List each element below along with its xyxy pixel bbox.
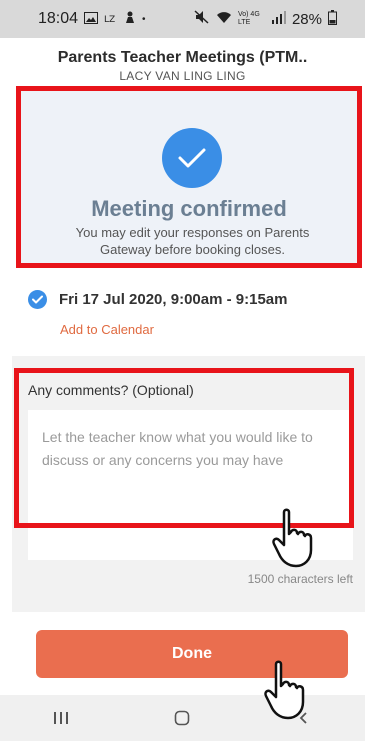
battery-percent: 28% (291, 10, 322, 28)
notification-icon (124, 11, 136, 27)
page-title: Parents Teacher Meetings (PTM.. (57, 49, 308, 66)
svg-text:LZ: LZ (104, 15, 115, 24)
booking-slot: Fri 17 Jul 2020, 9:00am - 9:15am (28, 290, 287, 309)
page-header: Parents Teacher Meetings (PTM.. LACY VAN… (0, 38, 365, 86)
back-icon[interactable] (284, 698, 324, 738)
slot-check-icon (28, 290, 47, 309)
comments-input[interactable] (28, 410, 353, 560)
slot-datetime: Fri 17 Jul 2020, 9:00am - 9:15am (59, 291, 288, 308)
android-nav-bar (0, 695, 365, 741)
student-name: LACY VAN LING LING (119, 69, 246, 83)
signal-icon (271, 10, 286, 28)
battery-icon (328, 9, 337, 29)
highlight-box-confirmation (16, 86, 362, 268)
gallery-icon (84, 11, 99, 27)
status-bar: 18:04 LZ • Vo) 4G LTE 28% (0, 0, 365, 38)
status-time: 18:04 (38, 10, 79, 27)
home-icon[interactable] (162, 698, 202, 738)
comments-label: Any comments? (Optional) (28, 382, 194, 398)
wifi-icon (216, 11, 232, 28)
lazada-icon: LZ (104, 11, 118, 27)
dot-icon: • (142, 13, 146, 25)
lte-icon: Vo) 4G LTE (237, 11, 260, 26)
done-button[interactable]: Done (36, 630, 348, 678)
mute-icon (194, 10, 210, 28)
recent-apps-icon[interactable] (41, 698, 81, 738)
characters-left: 1500 characters left (247, 572, 353, 586)
add-to-calendar-link[interactable]: Add to Calendar (60, 322, 154, 337)
